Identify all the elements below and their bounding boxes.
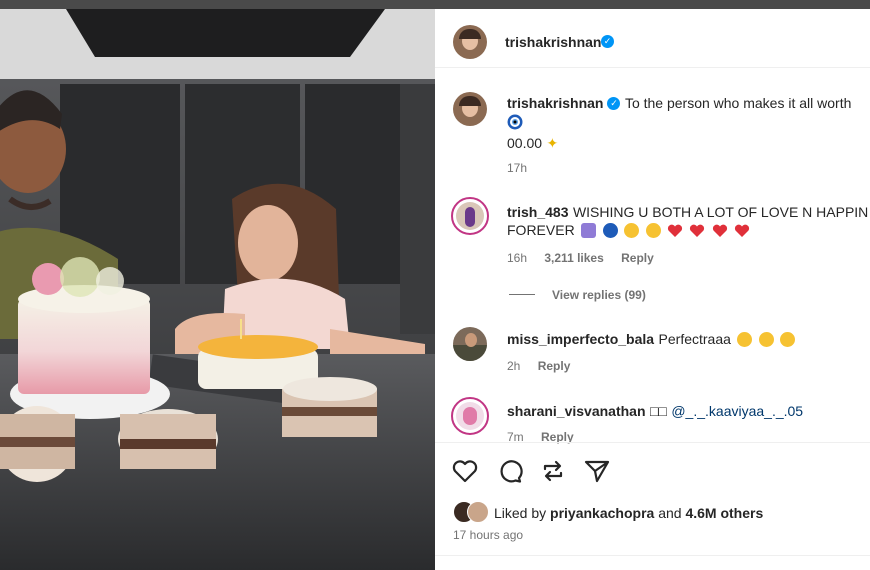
comment-avatar-sharani-visvanathan[interactable] <box>451 397 489 435</box>
header-divider <box>435 67 870 68</box>
comment-text-2: FOREVER <box>507 222 575 238</box>
liked-by-avatars[interactable] <box>453 501 493 523</box>
comment-2-meta: 2h Reply <box>507 359 570 373</box>
liked-by-user[interactable]: priyankachopra <box>550 505 654 521</box>
laughing-face-emoji-icon <box>737 332 753 348</box>
red-heart-emoji-icon <box>667 224 683 237</box>
reply-button[interactable]: Reply <box>621 251 654 265</box>
comment-3: sharani_visvanathan □□ @_._.kaaviyaa_._.… <box>507 403 803 421</box>
caption-time-text: 00.00 <box>507 135 543 151</box>
actions-divider <box>435 442 870 443</box>
comment-icon[interactable] <box>496 457 524 485</box>
comment-time: 16h <box>507 251 528 265</box>
author-username[interactable]: trishakrishnan <box>505 34 601 50</box>
share-icon[interactable] <box>583 457 611 485</box>
caption-timestamp: 17h <box>507 161 528 175</box>
comment-avatar-miss-imperfecto-bala[interactable] <box>453 327 487 361</box>
infinity-emoji-icon <box>581 223 597 239</box>
comment-1-line2: FOREVER <box>507 222 750 240</box>
comment-username[interactable]: miss_imperfecto_bala <box>507 331 654 347</box>
bottom-divider <box>435 555 870 556</box>
crying-face-emoji-icon <box>624 223 640 239</box>
liked-by-count[interactable]: 4.6M others <box>685 505 763 521</box>
liked-by-prefix: Liked by <box>494 505 547 521</box>
reply-button[interactable]: Reply <box>538 359 571 373</box>
post-photo-image <box>0 9 435 570</box>
nazar-emoji-icon <box>507 114 523 135</box>
comment-likes[interactable]: 3,211 likes <box>544 251 603 265</box>
rolling-laughing-emoji-icon <box>758 332 774 348</box>
comment-avatar-trish-483[interactable] <box>451 197 489 235</box>
comment-2: miss_imperfecto_bala Perfectraaa <box>507 331 796 349</box>
post-photo[interactable] <box>0 9 435 570</box>
verified-badge-icon: ✓ <box>601 35 614 48</box>
view-replies-line <box>509 294 535 295</box>
mention-link[interactable]: @_._.kaaviyaa_._.05 <box>671 403 803 419</box>
sparkle-emoji-icon: ✦ <box>546 135 559 151</box>
comment-text: WISHING U BOTH A LOT OF LOVE N HAPPIN <box>572 204 869 220</box>
caption-username[interactable]: trishakrishnan <box>507 95 603 111</box>
liked-by-and: and <box>658 505 682 521</box>
comment-time: 2h <box>507 359 521 373</box>
comment-username[interactable]: sharani_visvanathan <box>507 403 646 419</box>
crying-face-emoji-icon <box>645 223 661 239</box>
comment-1-meta: 16h 3,211 likes Reply <box>507 251 654 265</box>
comment-text: Perfectraaa <box>658 331 731 347</box>
post-detail-panel: trishakrishnan ✓ trishakrishnan ✓ To the … <box>435 9 870 570</box>
post-header: trishakrishnan ✓ <box>435 23 870 63</box>
browser-top-strip <box>0 0 870 9</box>
heart-icon[interactable] <box>451 457 479 485</box>
red-heart-emoji-icon <box>690 224 705 237</box>
red-heart-emoji-icon <box>712 224 727 237</box>
post-timestamp[interactable]: 17 hours ago <box>453 528 523 542</box>
laughing-face-emoji-icon <box>780 332 796 348</box>
caption: trishakrishnan ✓ To the person who makes … <box>507 95 870 113</box>
comment-text: □□ <box>649 403 667 419</box>
caption-text: To the person who makes it all worth <box>624 95 852 111</box>
comment-1: trish_483 WISHING U BOTH A LOT OF LOVE N… <box>507 204 870 222</box>
view-replies-button[interactable]: View replies (99) <box>552 288 646 302</box>
caption-avatar[interactable] <box>453 92 487 126</box>
red-heart-emoji-icon <box>735 224 750 237</box>
comment-username[interactable]: trish_483 <box>507 204 568 220</box>
caption-line2: 00.00 ✦ <box>507 135 558 153</box>
verified-badge-icon: ✓ <box>607 97 621 111</box>
repost-icon[interactable] <box>539 457 567 485</box>
liked-by-text: Liked by priyankachopra and 4.6M others <box>494 505 763 521</box>
author-avatar[interactable] <box>453 25 487 59</box>
nazar-emoji-icon <box>602 223 618 239</box>
